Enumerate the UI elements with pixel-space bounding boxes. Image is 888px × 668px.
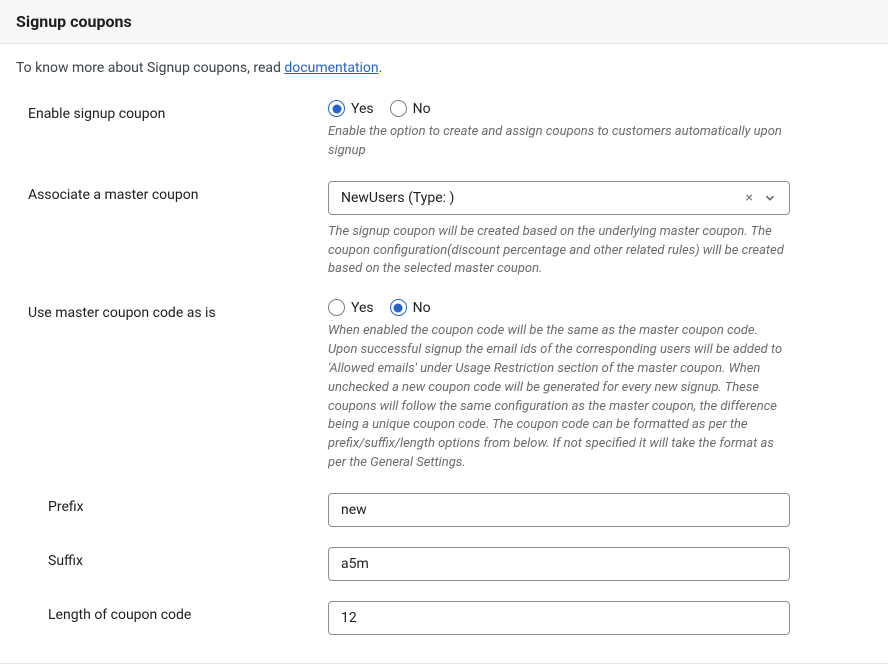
enable-radio-group: Yes No bbox=[328, 100, 790, 117]
enable-help: Enable the option to create and assign c… bbox=[328, 123, 790, 161]
asis-label: Use master coupon code as is bbox=[28, 299, 328, 321]
intro-text: To know more about Signup coupons, read … bbox=[0, 44, 888, 82]
page-title: Signup coupons bbox=[16, 12, 872, 31]
intro-prefix: To know more about Signup coupons, read bbox=[16, 60, 284, 76]
page-header: Signup coupons bbox=[0, 0, 888, 44]
enable-label: Enable signup coupon bbox=[28, 100, 328, 122]
enable-yes-label: Yes bbox=[351, 101, 374, 117]
length-label: Length of coupon code bbox=[48, 601, 328, 623]
asis-help: When enabled the coupon code will be the… bbox=[328, 322, 790, 473]
suffix-label: Suffix bbox=[48, 547, 328, 569]
suffix-field bbox=[328, 547, 790, 581]
enable-row: Enable signup coupon Yes No Enable the o… bbox=[0, 90, 888, 171]
length-field bbox=[328, 601, 790, 635]
associate-field: NewUsers (Type: ) × The signup coupon wi… bbox=[328, 181, 790, 280]
select-value: NewUsers (Type: ) bbox=[341, 190, 454, 206]
radio-icon bbox=[390, 100, 407, 117]
asis-no-option[interactable]: No bbox=[390, 299, 431, 316]
asis-yes-label: Yes bbox=[351, 300, 374, 316]
settings-form: Enable signup coupon Yes No Enable the o… bbox=[0, 82, 888, 664]
length-input[interactable] bbox=[328, 601, 790, 635]
close-icon[interactable]: × bbox=[746, 190, 753, 206]
radio-icon bbox=[390, 299, 407, 316]
prefix-label: Prefix bbox=[48, 493, 328, 515]
associate-row: Associate a master coupon NewUsers (Type… bbox=[0, 171, 888, 290]
intro-suffix: . bbox=[379, 60, 383, 76]
enable-field: Yes No Enable the option to create and a… bbox=[328, 100, 790, 161]
asis-row: Use master coupon code as is Yes No When… bbox=[0, 289, 888, 483]
master-coupon-select[interactable]: NewUsers (Type: ) × bbox=[328, 181, 790, 215]
documentation-link[interactable]: documentation bbox=[284, 60, 378, 76]
enable-no-label: No bbox=[413, 101, 431, 117]
asis-yes-option[interactable]: Yes bbox=[328, 299, 374, 316]
prefix-row: Prefix bbox=[0, 483, 888, 537]
suffix-input[interactable] bbox=[328, 547, 790, 581]
associate-label: Associate a master coupon bbox=[28, 181, 328, 203]
radio-icon bbox=[328, 299, 345, 316]
prefix-input[interactable] bbox=[328, 493, 790, 527]
enable-no-option[interactable]: No bbox=[390, 100, 431, 117]
prefix-field bbox=[328, 493, 790, 527]
asis-radio-group: Yes No bbox=[328, 299, 790, 316]
length-row: Length of coupon code bbox=[0, 591, 888, 645]
radio-icon bbox=[328, 100, 345, 117]
chevron-down-icon[interactable] bbox=[763, 191, 777, 205]
suffix-row: Suffix bbox=[0, 537, 888, 591]
associate-help: The signup coupon will be created based … bbox=[328, 223, 790, 280]
asis-no-label: No bbox=[413, 300, 431, 316]
asis-field: Yes No When enabled the coupon code will… bbox=[328, 299, 790, 473]
enable-yes-option[interactable]: Yes bbox=[328, 100, 374, 117]
select-controls: × bbox=[746, 190, 777, 206]
